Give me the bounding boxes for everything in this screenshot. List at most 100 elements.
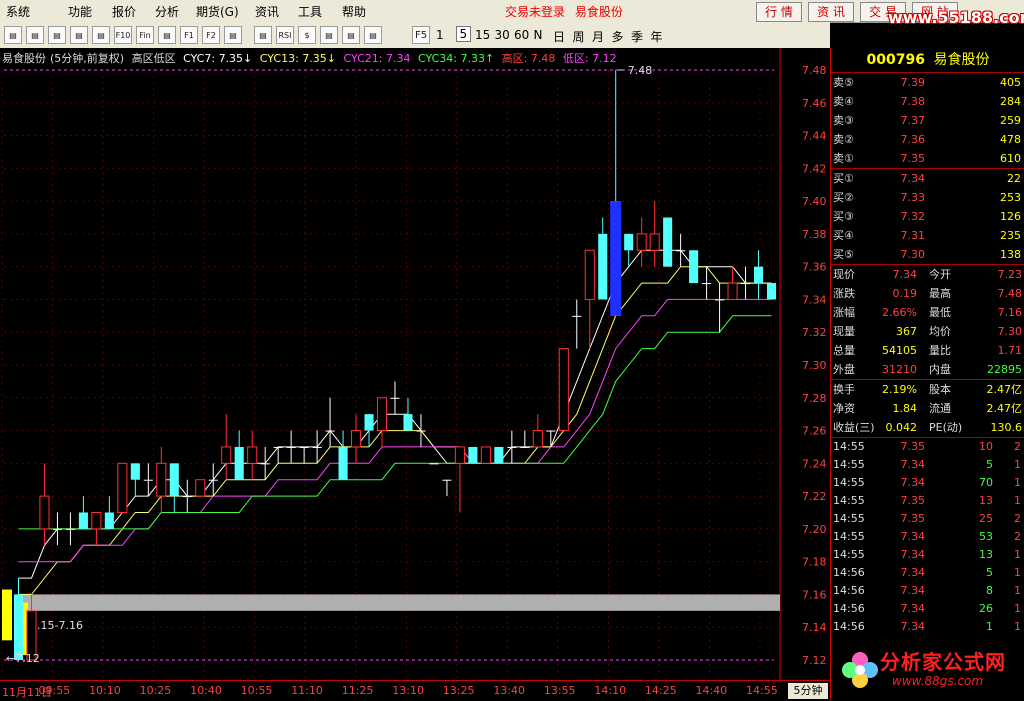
period-0[interactable]: 1 [436,28,444,42]
f10-icon[interactable]: F10 [114,26,132,44]
menu-futures[interactable]: 期货(G) [196,3,239,20]
search-icon[interactable]: ▤ [224,26,242,44]
candle[interactable] [403,397,413,431]
candle[interactable] [117,462,128,514]
period-2[interactable]: 15 [475,28,490,42]
candle[interactable] [182,479,192,513]
period-8[interactable]: 月 [592,28,604,45]
period-4[interactable]: 60 [514,28,529,42]
ask-row[interactable]: 卖① 7.35 610 [831,149,1024,168]
menu-system[interactable]: 系统 [6,3,30,20]
candle[interactable] [649,201,660,267]
candle[interactable] [558,348,569,432]
kline-chart[interactable]: 易食股份 (5分钟,前复权) 高区低区 CYC7: 7.35↓ CYC13: 7.… [0,48,830,680]
candle[interactable] [78,496,88,529]
candle[interactable] [584,249,595,349]
period-6[interactable]: 日 [553,28,565,45]
candle[interactable] [169,463,179,513]
candle[interactable] [598,217,608,300]
period-selector[interactable]: 5分钟 [788,683,828,699]
indicator-icon[interactable]: ▤ [254,26,272,44]
candle[interactable] [338,430,348,480]
candle[interactable] [104,496,114,529]
candle[interactable] [429,463,439,465]
candle[interactable] [624,233,634,267]
f2-icon[interactable]: F2 [202,26,220,44]
candle[interactable] [636,217,647,267]
bid-row[interactable]: 买⑤ 7.30 138 [831,245,1024,264]
menu-analysis[interactable]: 分析 [155,3,179,20]
candle[interactable] [676,233,686,267]
period-9[interactable]: 多 [612,28,624,45]
candle[interactable] [156,446,167,513]
candle[interactable] [442,479,452,497]
candle[interactable] [91,512,102,546]
bid-row[interactable]: 买③ 7.32 126 [831,207,1024,226]
period-1[interactable]: 5 [455,26,472,42]
pen-icon[interactable]: ▤ [364,26,382,44]
kline-icon[interactable]: ▤ [26,26,44,44]
period-5[interactable]: N [534,28,543,42]
f5-button[interactable]: F5 [412,26,430,44]
candle[interactable] [247,430,258,480]
candle[interactable] [299,446,309,464]
tick-list[interactable]: 14:55 7.35 10 2 14:55 7.34 5 1 14:55 7.34 70 1 14:55… [831,437,1024,636]
candle[interactable] [740,266,751,300]
period-3[interactable]: 30 [495,28,510,42]
candle[interactable] [572,299,582,349]
candle-icon[interactable]: ▤ [48,26,66,44]
period-7[interactable]: 周 [573,28,585,45]
candle[interactable] [52,512,62,546]
candle[interactable] [221,414,232,480]
bar-chart-icon[interactable]: ▤ [4,26,22,44]
candle[interactable] [753,250,764,300]
ask-row[interactable]: 卖⑤ 7.39 405 [831,73,1024,92]
candle[interactable] [364,414,374,447]
dollar-icon[interactable]: $ [298,26,316,44]
rsi-icon[interactable]: RSI [276,26,294,44]
candle[interactable] [260,446,270,480]
f-icon[interactable]: ▤ [158,26,176,44]
candle[interactable] [715,283,725,333]
candle[interactable] [532,414,543,448]
candle[interactable] [195,479,206,497]
menu-news[interactable]: 资讯 [255,3,279,20]
candle[interactable] [480,446,491,464]
candle[interactable] [663,217,673,267]
candle[interactable] [312,430,322,464]
zoom-icon[interactable]: ▤ [342,26,360,44]
news-button[interactable]: 资 讯 [808,2,854,22]
ask-row[interactable]: 卖③ 7.37 259 [831,111,1024,130]
bid-row[interactable]: 买② 7.33 253 [831,188,1024,207]
period-10[interactable]: 季 [631,28,643,45]
menu-tools[interactable]: 工具 [298,3,322,20]
move-icon[interactable]: ▤ [320,26,338,44]
menu-function[interactable]: 功能 [68,3,92,20]
candle[interactable] [520,430,530,448]
fund-icon[interactable]: ▤ [70,26,88,44]
candle[interactable] [507,430,517,464]
menu-quote[interactable]: 报价 [112,3,136,20]
candle[interactable] [376,397,388,447]
candle[interactable] [65,512,75,546]
candle[interactable] [689,250,699,284]
candle[interactable] [130,463,140,497]
menu-help[interactable]: 帮助 [342,3,366,20]
candle[interactable] [702,266,712,300]
candle[interactable] [208,463,218,497]
candle[interactable] [325,397,335,447]
candle[interactable] [494,446,504,464]
candle[interactable] [273,446,283,464]
candle[interactable] [351,414,362,464]
ask-row[interactable]: 卖② 7.36 478 [831,130,1024,149]
candle[interactable] [468,446,478,464]
ask-row[interactable]: 卖④ 7.38 284 [831,92,1024,111]
candle[interactable] [390,381,400,415]
candle[interactable] [13,578,24,660]
bid-row[interactable]: 买① 7.34 22 [831,169,1024,188]
candle[interactable] [766,283,777,300]
candle[interactable] [416,414,426,447]
bid-row[interactable]: 买④ 7.31 235 [831,226,1024,245]
fin-icon[interactable]: Fin [136,26,154,44]
quote-button[interactable]: 行 情 [756,2,802,22]
